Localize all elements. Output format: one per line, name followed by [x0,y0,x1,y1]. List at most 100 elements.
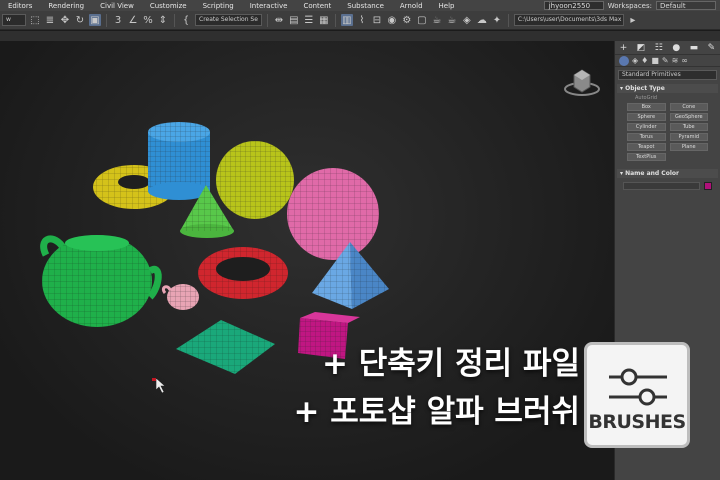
teapot-button[interactable]: Teapot [627,143,666,151]
name-color-title: Name and Color [625,170,679,177]
workspaces-label: Workspaces: [607,1,652,10]
render-setup-icon[interactable]: ⚙ [401,14,413,26]
object-type-title: Object Type [625,85,665,92]
edit-named-selection-icon[interactable]: { [180,14,192,26]
folder-icon[interactable]: ▸ [627,14,639,26]
render-cloud-icon[interactable]: ☁ [476,14,488,26]
rotate-icon[interactable]: ↻ [74,14,86,26]
menu-civil-view[interactable]: Civil View [92,2,142,10]
render-active-icon[interactable]: ◈ [461,14,473,26]
brushes-label: BRUSHES [588,411,686,433]
box-button[interactable]: Box [627,103,666,111]
select-object-icon[interactable]: ⬚ [29,14,41,26]
curve-editor-icon[interactable]: ⌇ [356,14,368,26]
render-production-icon[interactable]: ☕ [431,14,443,26]
name-color-header[interactable]: ▾ Name and Color [617,169,718,178]
object-type-buttons: Box Cone Sphere GeoSphere Cylinder Tube … [617,103,718,161]
view-dropdown[interactable]: w [2,14,26,26]
cursor-icon [152,377,166,394]
percent-snap-icon[interactable]: % [142,14,154,26]
menu-substance[interactable]: Substance [339,2,392,10]
menu-customize[interactable]: Customize [142,2,195,10]
layer-explorer-icon[interactable]: ▦ [318,14,330,26]
toggle-ribbon-icon[interactable]: ▥ [340,14,353,26]
menu-scripting[interactable]: Scripting [195,2,242,10]
promo-text: + 단축키 정리 파일 + 포토샵 알파 브러쉬 [220,340,580,436]
object-type-rollout: ▾ Object Type AutoGrid Box Cone Sphere G… [617,84,718,161]
yellow-green-sphere[interactable] [216,141,294,219]
primitive-type-dropdown[interactable]: Standard Primitives [618,70,717,80]
blue-cylinder[interactable] [148,122,210,200]
toolbar-divider [106,13,107,27]
shapes-icon[interactable]: ◈ [632,56,638,65]
snap-3d-icon[interactable]: 3 [112,14,124,26]
project-path-field[interactable]: C:\Users\user\Documents\3ds Max 2021 [513,14,624,26]
sphere-button[interactable]: Sphere [627,113,666,121]
motion-tab-icon[interactable]: ● [672,43,680,53]
render-frame-icon[interactable]: ▢ [416,14,428,26]
sliders-icon [609,368,667,406]
toolbar-divider [174,13,175,27]
display-tab-icon[interactable]: ▬ [690,43,699,53]
pink-sphere[interactable] [287,168,379,260]
create-category-row: ◈ ♦ ■ ✎ ≋ ∞ [615,55,720,67]
object-type-header[interactable]: ▾ Object Type [617,84,718,93]
menu-arnold[interactable]: Arnold [392,2,431,10]
user-account-dropdown[interactable]: jhyoon2550 [543,1,604,10]
cameras-icon[interactable]: ■ [651,56,659,65]
menu-interactive[interactable]: Interactive [242,2,296,10]
lights-icon[interactable]: ♦ [641,56,648,65]
geosphere-button[interactable]: GeoSphere [669,113,708,121]
align-icon[interactable]: ▤ [288,14,300,26]
small-pink-teapot[interactable] [161,284,199,310]
utilities-tab-icon[interactable]: ✎ [708,43,716,53]
mirror-icon[interactable]: ⇹ [273,14,285,26]
brushes-badge: BRUSHES [584,342,690,448]
menu-bar: Editors Rendering Civil View Customize S… [0,0,720,11]
red-torus[interactable] [198,247,288,299]
menu-help[interactable]: Help [431,2,463,10]
plane-button[interactable]: Plane [669,143,708,151]
name-color-rollout: ▾ Name and Color [617,169,718,194]
modify-tab-icon[interactable]: ◩ [637,43,646,53]
cylinder-button[interactable]: Cylinder [627,123,666,131]
toolbar-divider [334,13,336,27]
ribbon-strip [0,31,720,41]
move-icon[interactable]: ✥ [59,14,71,26]
name-row [617,178,718,194]
hierarchy-tab-icon[interactable]: ☷ [655,43,663,53]
scene-explorer-icon[interactable]: ☰ [303,14,315,26]
cone-button[interactable]: Cone [669,103,708,111]
material-editor-icon[interactable]: ◉ [386,14,398,26]
object-name-field[interactable] [623,182,700,190]
autogrid-checkbox[interactable]: AutoGrid [617,95,718,101]
geometry-icon[interactable] [619,55,629,66]
viewcube[interactable] [564,69,600,96]
toolbar-divider [507,13,509,27]
select-by-name-icon[interactable]: ≣ [44,14,56,26]
object-color-swatch[interactable] [704,182,712,190]
render-iterative-icon[interactable]: ☕ [446,14,458,26]
menu-rendering[interactable]: Rendering [40,2,92,10]
angle-snap-icon[interactable]: ∠ [127,14,139,26]
systems-icon[interactable]: ∞ [681,56,688,65]
tube-button[interactable]: Tube [669,123,708,131]
arnold-icon[interactable]: ✦ [491,14,503,26]
pyramid-button[interactable]: Pyramid [669,133,708,141]
schematic-view-icon[interactable]: ⊟ [371,14,383,26]
spacewarps-icon[interactable]: ≋ [672,56,679,65]
spinner-snap-icon[interactable]: ⇕ [157,14,169,26]
promo-line-brushes: + 포토샵 알파 브러쉬 [293,394,580,430]
green-teapot[interactable] [40,235,162,327]
menu-content[interactable]: Content [295,2,339,10]
promo-line-shortcuts: + 단축키 정리 파일 [322,346,580,382]
selection-set-dropdown[interactable]: Create Selection Se [195,14,262,26]
textplus-button[interactable]: TextPlus [627,153,666,161]
scale-icon[interactable]: ▣ [89,14,101,26]
command-panel-tabs: + ◩ ☷ ● ▬ ✎ [615,41,720,55]
torus-button[interactable]: Torus [627,133,666,141]
menu-editors[interactable]: Editors [0,2,40,10]
helpers-icon[interactable]: ✎ [662,56,669,65]
workspace-dropdown[interactable]: Default [656,1,716,10]
create-tab-icon[interactable]: + [620,43,628,53]
